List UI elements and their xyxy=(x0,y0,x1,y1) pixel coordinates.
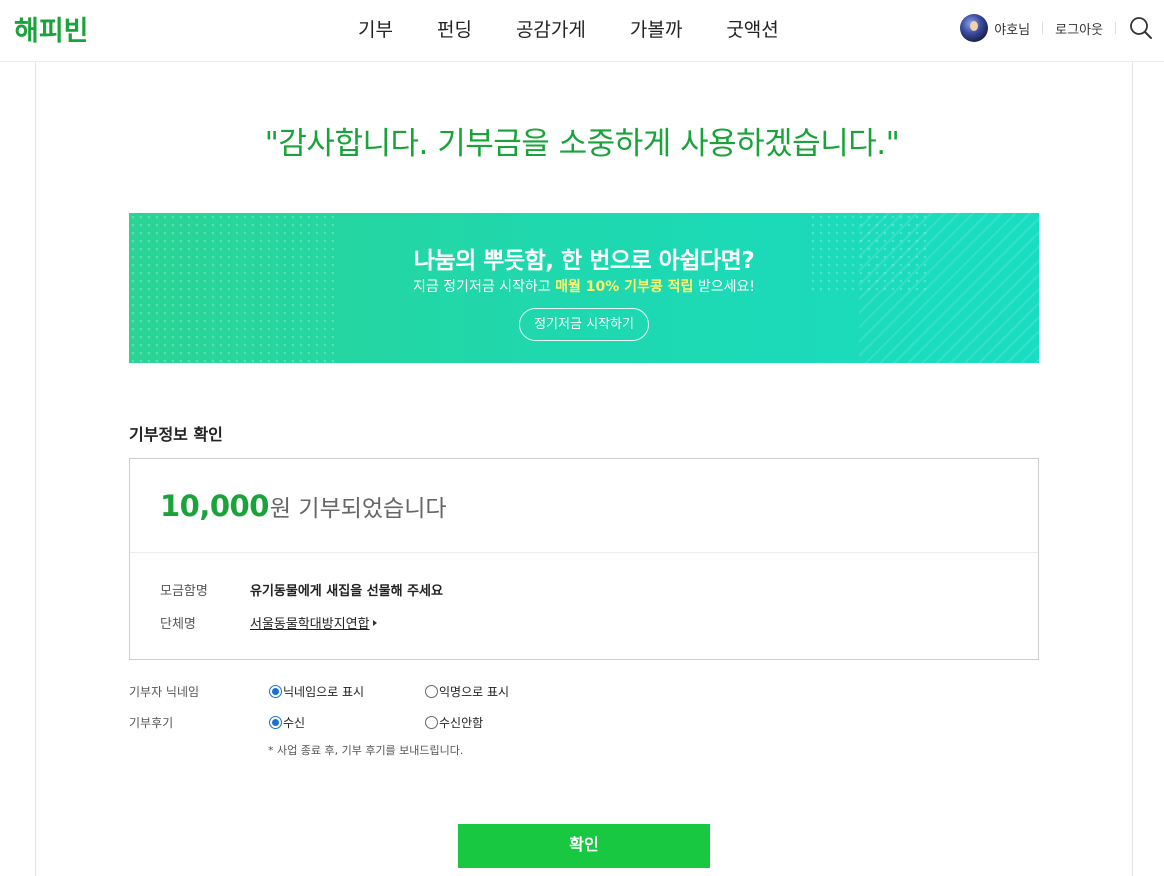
org-name[interactable]: 서울동물학대방지연합 xyxy=(250,617,370,632)
search-icon[interactable] xyxy=(1128,15,1154,41)
review-label: 기부후기 xyxy=(129,716,174,730)
radio-unchecked-icon[interactable] xyxy=(425,685,438,698)
review-note: * 사업 종료 후, 기부 후기를 보내드립니다. xyxy=(268,744,464,757)
header: 해피빈 기부 펀딩 공감가게 가볼까 굿액션 야호님 로그아웃 xyxy=(0,0,1164,62)
banner-subtitle: 지금 정기저금 시작하고 매월 10% 기부콩 적립 받으세요! xyxy=(129,276,1039,296)
radio-anonymous-display[interactable]: 익명으로 표시 xyxy=(425,683,509,700)
user-nickname[interactable]: 야호님 xyxy=(994,19,1030,38)
logo[interactable]: 해피빈 xyxy=(14,9,89,48)
donation-info-box: 10,000원 기부되었습니다 모금함명 유기동물에게 새집을 선물해 주세요 … xyxy=(129,458,1039,660)
radio-label[interactable]: 익명으로 표시 xyxy=(439,683,509,700)
start-saving-button[interactable]: 정기저금 시작하기 xyxy=(519,308,649,341)
campaign-name: 유기동물에게 새집을 선물해 주세요 xyxy=(250,584,443,599)
radio-label[interactable]: 닉네임으로 표시 xyxy=(283,683,364,700)
logout-link[interactable]: 로그아웃 xyxy=(1055,19,1103,38)
radio-checked-icon[interactable] xyxy=(269,685,282,698)
user-utility: 야호님 로그아웃 xyxy=(960,13,1154,43)
nav-item-good-action[interactable]: 굿액션 xyxy=(726,15,778,42)
radio-label[interactable]: 수신 xyxy=(283,714,305,731)
nav-item-funding[interactable]: 펀딩 xyxy=(437,15,472,42)
donation-amount-text: 기부되었습니다 xyxy=(291,496,447,522)
nav-item-donate[interactable]: 기부 xyxy=(358,15,393,42)
donation-amount-unit: 원 xyxy=(269,496,292,522)
thanks-message: "감사합니다. 기부금을 소중하게 사용하겠습니다." xyxy=(264,126,900,162)
nav-item-store[interactable]: 공감가게 xyxy=(516,15,586,42)
avatar[interactable] xyxy=(960,14,989,42)
donation-amount: 10,000 xyxy=(160,489,269,523)
campaign-label: 모금함명 xyxy=(160,584,208,599)
radio-review-decline[interactable]: 수신안함 xyxy=(425,714,483,731)
nav-item-visit[interactable]: 가볼까 xyxy=(630,15,682,42)
radio-nickname-display[interactable]: 닉네임으로 표시 xyxy=(269,683,364,700)
nickname-label: 기부자 닉네임 xyxy=(129,685,200,699)
divider xyxy=(130,552,1038,553)
global-nav: 기부 펀딩 공감가게 가볼까 굿액션 xyxy=(336,15,801,42)
radio-label[interactable]: 수신안함 xyxy=(439,714,483,731)
confirm-button[interactable]: 확인 xyxy=(458,824,710,868)
org-link[interactable]: 서울동물학대방지연합 xyxy=(250,613,377,632)
regular-saving-banner[interactable]: 나눔의 뿌듯함, 한 번으로 아쉽다면? 지금 정기저금 시작하고 매월 10%… xyxy=(129,213,1039,363)
section-title: 기부정보 확인 xyxy=(129,425,223,444)
radio-review-receive[interactable]: 수신 xyxy=(269,714,305,731)
banner-subtitle-suffix: 받으세요! xyxy=(693,279,756,295)
radio-unchecked-icon[interactable] xyxy=(425,716,438,729)
arrow-right-icon xyxy=(372,620,377,626)
divider xyxy=(1042,22,1044,34)
banner-title: 나눔의 뿌듯함, 한 번으로 아쉽다면? xyxy=(413,248,755,274)
divider xyxy=(1115,22,1116,34)
donation-amount-row: 10,000원 기부되었습니다 xyxy=(160,489,447,523)
banner-subtitle-highlight: 매월 10% 기부콩 적립 xyxy=(555,279,694,295)
org-label: 단체명 xyxy=(160,617,196,632)
radio-checked-icon[interactable] xyxy=(269,716,282,729)
banner-subtitle-prefix: 지금 정기저금 시작하고 xyxy=(412,279,556,295)
